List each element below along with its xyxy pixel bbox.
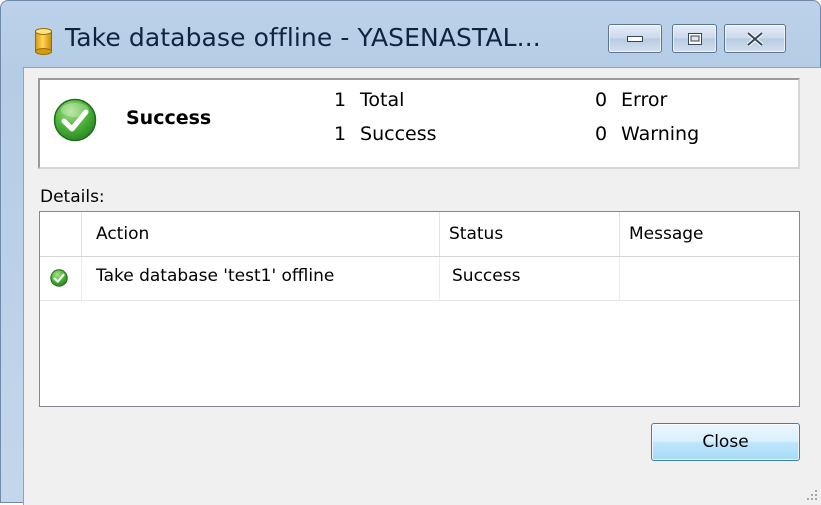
details-list[interactable]: Action Status Message Take database 'tes…	[39, 211, 800, 407]
maximize-icon	[687, 32, 702, 45]
error-count: 0 Error	[595, 89, 667, 111]
row-status: Success	[440, 257, 620, 300]
table-row[interactable]: Take database 'test1' offline Success	[40, 257, 799, 301]
list-header: Action Status Message	[40, 212, 799, 257]
details-label: Details:	[40, 187, 105, 207]
column-header-action[interactable]: Action	[82, 212, 440, 256]
close-button[interactable]: Close	[651, 423, 800, 461]
summary-panel: Success 1 Total 1 Success 0 Error 0 Warn…	[38, 78, 800, 169]
success-count-value: 1	[334, 123, 347, 145]
minimize-button[interactable]	[608, 24, 662, 53]
window-title: Take database offline - YASENASTAL...	[65, 23, 541, 52]
minimize-icon	[627, 35, 643, 42]
total-count: 1 Total	[334, 89, 404, 111]
row-icon-cell	[40, 257, 82, 300]
dialog-window: Take database offline - YASENASTAL... Su…	[0, 0, 821, 505]
warning-count: 0 Warning	[595, 123, 699, 145]
success-check-icon	[50, 269, 68, 287]
close-x-icon	[746, 31, 764, 46]
column-header-message[interactable]: Message	[620, 212, 799, 256]
error-count-value: 0	[595, 89, 608, 111]
overall-status-label: Success	[126, 107, 212, 129]
error-count-label: Error	[621, 89, 668, 111]
success-count-label: Success	[360, 123, 437, 145]
close-window-button[interactable]	[724, 24, 786, 53]
column-header-icon[interactable]	[40, 212, 82, 256]
total-count-label: Total	[360, 89, 405, 111]
dialog-client-area: Success 1 Total 1 Success 0 Error 0 Warn…	[23, 67, 821, 505]
success-count: 1 Success	[334, 123, 437, 145]
warning-count-value: 0	[595, 123, 608, 145]
row-message	[620, 257, 799, 300]
resize-grip-icon[interactable]	[804, 486, 818, 500]
row-action: Take database 'test1' offline	[82, 257, 440, 300]
success-check-icon	[53, 98, 97, 142]
maximize-button[interactable]	[672, 24, 717, 53]
database-icon	[35, 28, 52, 55]
total-count-value: 1	[334, 89, 347, 111]
warning-count-label: Warning	[621, 123, 700, 145]
column-header-status[interactable]: Status	[440, 212, 620, 256]
title-bar[interactable]: Take database offline - YASENASTAL...	[1, 1, 820, 67]
